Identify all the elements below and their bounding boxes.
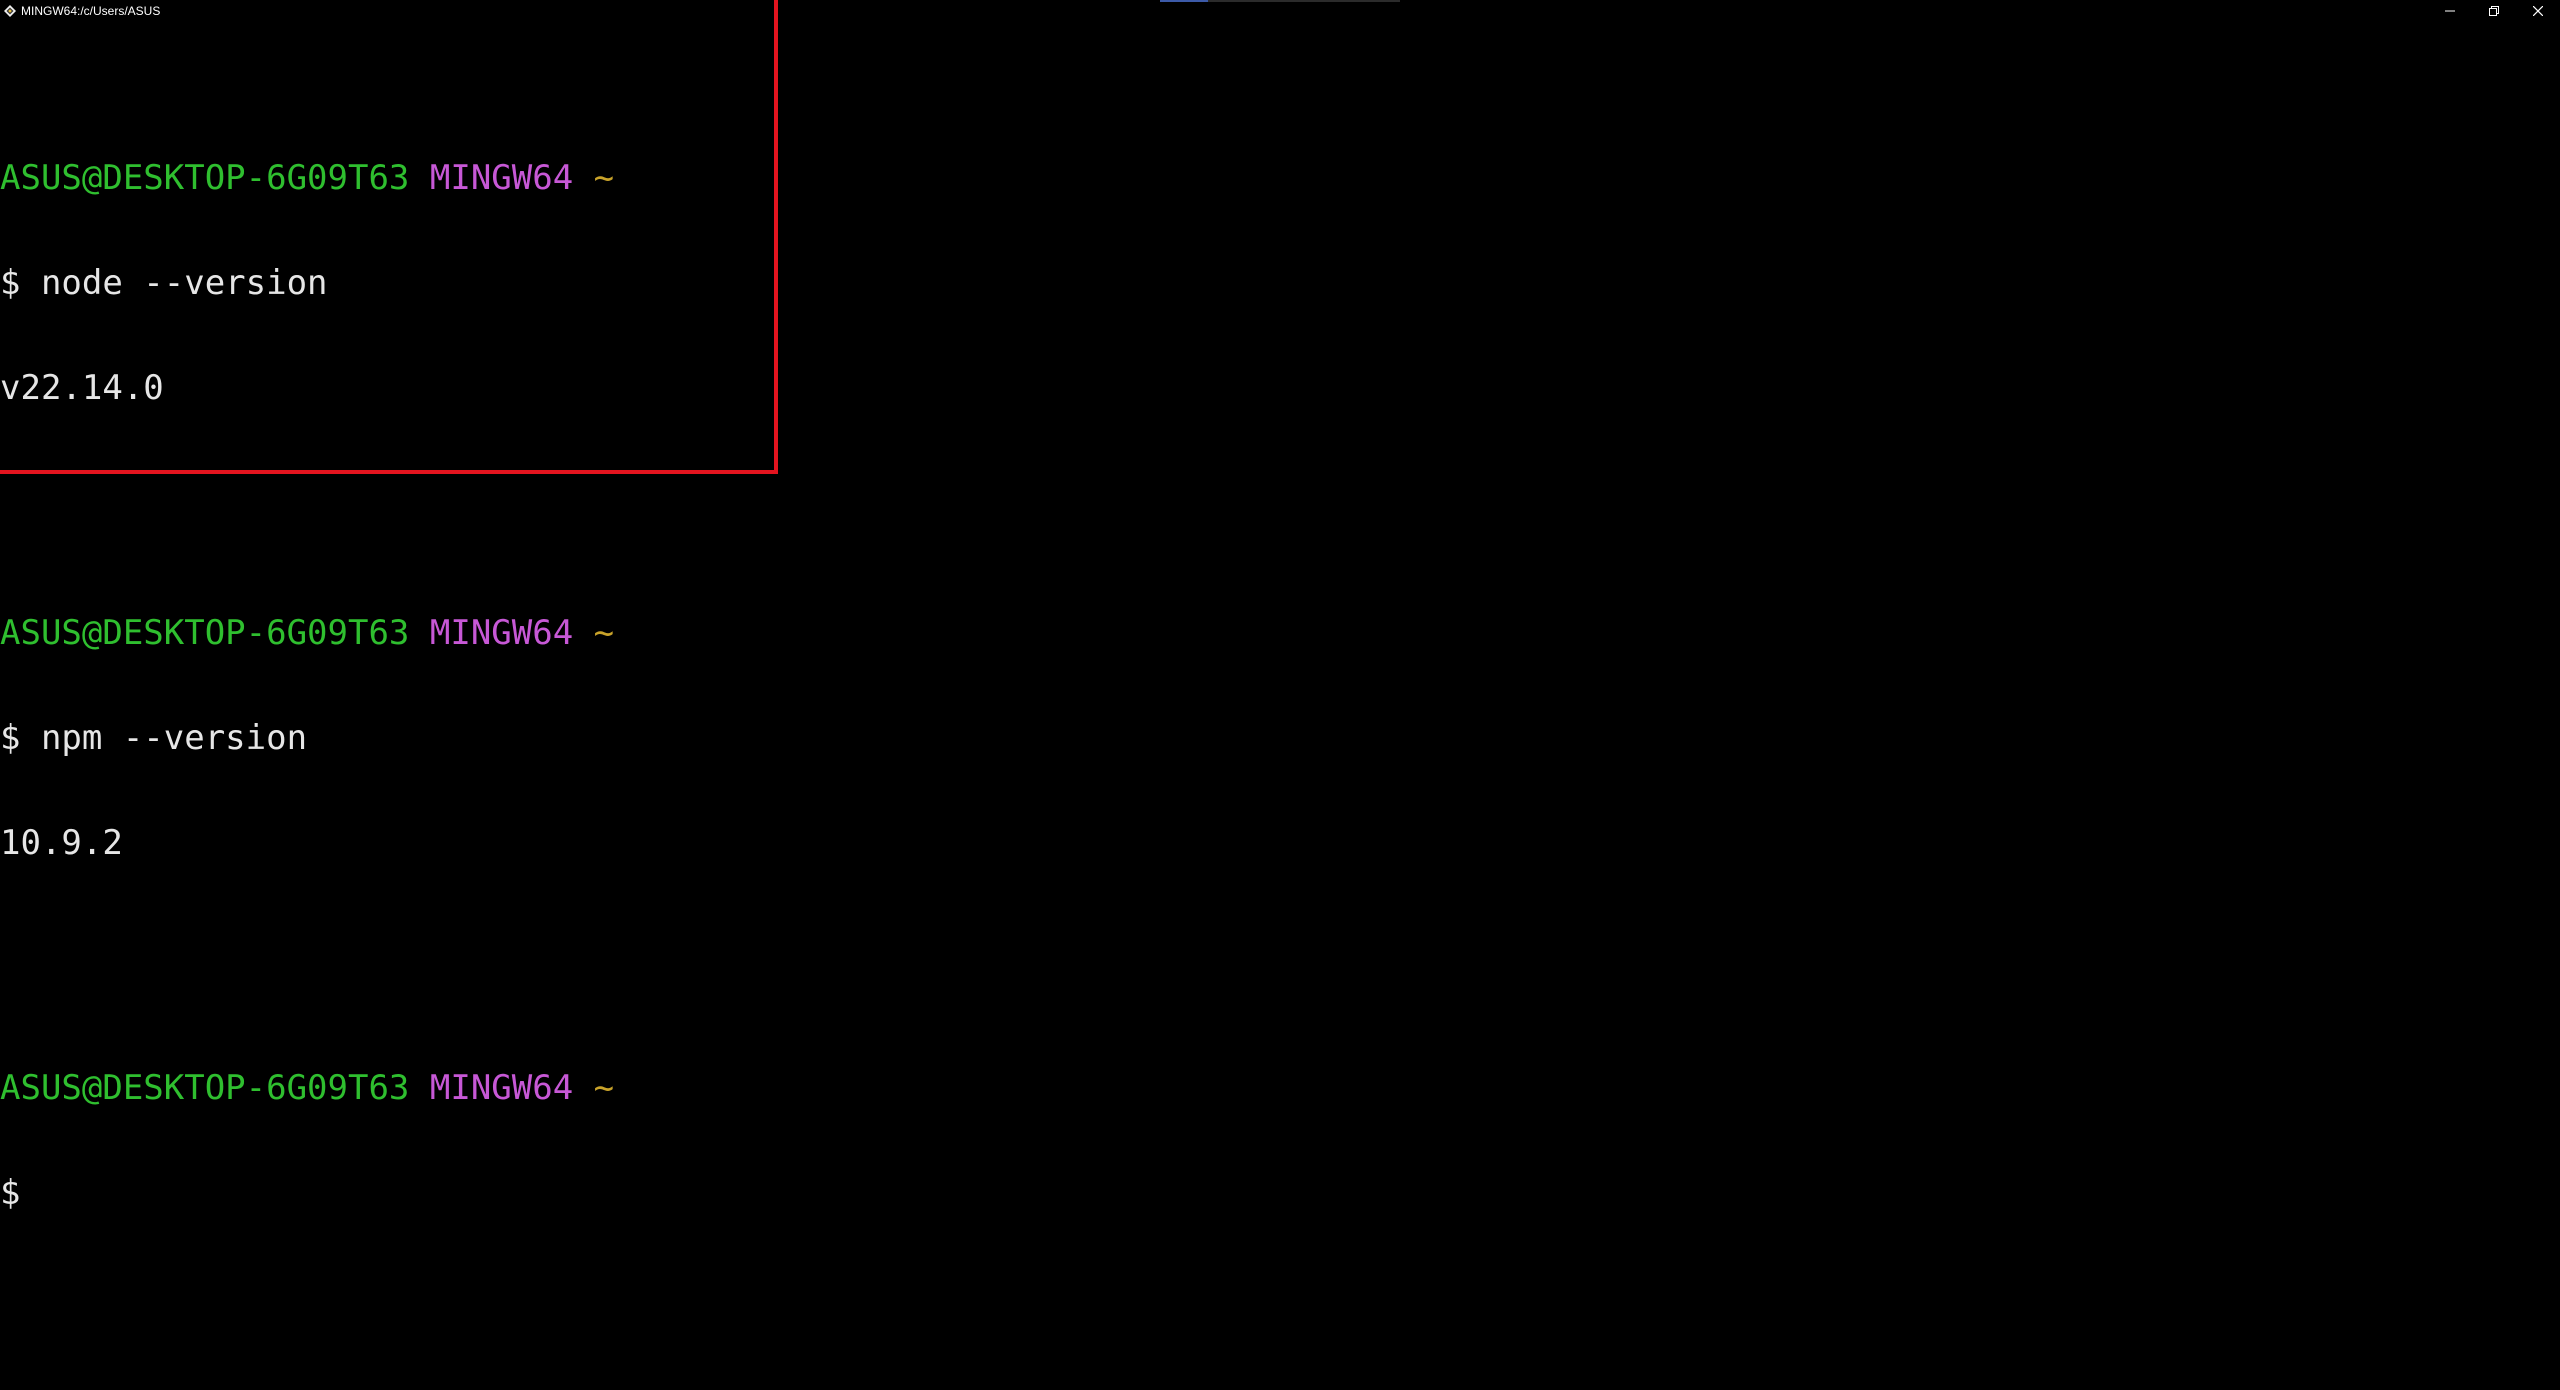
- prompt-user-host: ASUS@DESKTOP-6G09T63: [0, 613, 410, 653]
- prompt-line: ASUS@DESKTOP-6G09T63 MINGW64 ~: [0, 616, 614, 651]
- restore-icon: [2489, 6, 2499, 16]
- prompt-shell: MINGW64: [429, 1068, 574, 1108]
- command-line: $ npm --version: [0, 718, 308, 758]
- close-button[interactable]: [2516, 0, 2560, 22]
- prompt-line: ASUS@DESKTOP-6G09T63 MINGW64 ~: [0, 161, 614, 196]
- prompt-shell: MINGW64: [429, 613, 574, 653]
- restore-button[interactable]: [2472, 0, 2516, 22]
- terminal-output[interactable]: ASUS@DESKTOP-6G09T63 MINGW64 ~ $ node --…: [0, 56, 614, 1281]
- current-input-line[interactable]: $: [0, 1176, 614, 1211]
- minimize-icon: [2445, 10, 2455, 12]
- git-bash-window: MINGW64:/c/Users/ASUS ASUS@DESKTOP-6G09T…: [0, 0, 2560, 1390]
- title-bar[interactable]: MINGW64:/c/Users/ASUS: [0, 0, 2560, 22]
- command-output: 10.9.2: [0, 823, 123, 863]
- title-focus-indicator: [1160, 0, 1400, 2]
- prompt-user-host: ASUS@DESKTOP-6G09T63: [0, 1068, 410, 1108]
- prompt-path: ~: [593, 1068, 615, 1108]
- close-icon: [2533, 6, 2543, 16]
- minimize-button[interactable]: [2428, 0, 2472, 22]
- command-line: $ node --version: [0, 263, 328, 303]
- window-title: MINGW64:/c/Users/ASUS: [21, 4, 161, 18]
- prompt-user-host: ASUS@DESKTOP-6G09T63: [0, 158, 410, 198]
- window-controls: [2428, 0, 2560, 22]
- prompt-path: ~: [593, 158, 615, 198]
- prompt-path: ~: [593, 613, 615, 653]
- command-output: v22.14.0: [0, 368, 164, 408]
- scrollbar[interactable]: [2554, 22, 2560, 1390]
- prompt-line: ASUS@DESKTOP-6G09T63 MINGW64 ~: [0, 1071, 614, 1106]
- git-bash-app-icon[interactable]: [3, 4, 17, 18]
- prompt-shell: MINGW64: [429, 158, 574, 198]
